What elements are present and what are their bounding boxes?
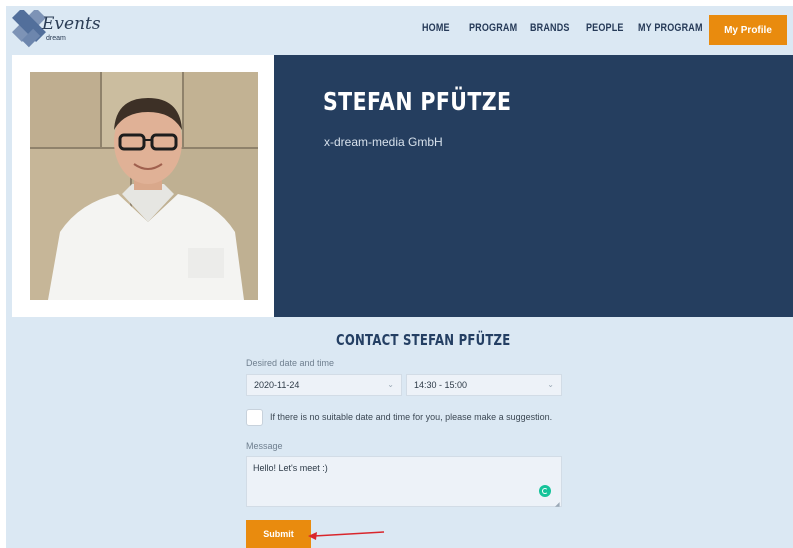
date-select-value: 2020-11-24 [254, 380, 300, 390]
chevron-down-icon: ⌄ [387, 380, 394, 389]
profile-photo-card [12, 55, 274, 317]
suggestion-checkbox[interactable] [246, 409, 263, 426]
time-select-value: 14:30 - 15:00 [414, 380, 468, 390]
contact-heading: CONTACT STEFAN PFÜTZE [336, 331, 511, 349]
message-text: Hello! Let's meet :) [253, 463, 328, 473]
chevron-down-icon: ⌄ [547, 380, 554, 389]
nav-brands[interactable]: BRANDS [530, 22, 570, 34]
profile-banner: STEFAN PFÜTZE x-dream-media GmbH [274, 55, 793, 317]
nav-people[interactable]: PEOPLE [586, 22, 624, 34]
submit-button[interactable]: Submit [246, 520, 311, 548]
date-select[interactable]: 2020-11-24 ⌄ [246, 374, 402, 396]
nav-home[interactable]: HOME [422, 22, 450, 34]
logo-wordmark: Events [42, 14, 101, 34]
logo-subtext: dream [46, 35, 66, 42]
page-frame: Events dream HOME PROGRAM BRANDS PEOPLE … [6, 6, 793, 548]
nav-program[interactable]: PROGRAM [469, 22, 517, 34]
grammarly-icon[interactable] [539, 485, 551, 497]
message-label: Message [246, 441, 283, 451]
resize-handle-icon[interactable]: ◢ [555, 501, 560, 508]
nav-my-program[interactable]: MY PROGRAM [638, 22, 703, 34]
site-header: Events dream HOME PROGRAM BRANDS PEOPLE … [6, 6, 793, 53]
my-profile-button[interactable]: My Profile [709, 15, 787, 45]
site-logo[interactable]: Events dream [12, 10, 101, 52]
profile-company: x-dream-media GmbH [324, 135, 443, 149]
suggestion-checkbox-label[interactable]: If there is no suitable date and time fo… [270, 412, 552, 422]
profile-photo [30, 72, 258, 300]
annotation-arrow-icon [308, 531, 385, 540]
date-time-label: Desired date and time [246, 358, 335, 368]
time-select[interactable]: 14:30 - 15:00 ⌄ [406, 374, 562, 396]
message-textarea[interactable]: Hello! Let's meet :) [246, 456, 562, 507]
profile-name: STEFAN PFÜTZE [323, 87, 512, 116]
